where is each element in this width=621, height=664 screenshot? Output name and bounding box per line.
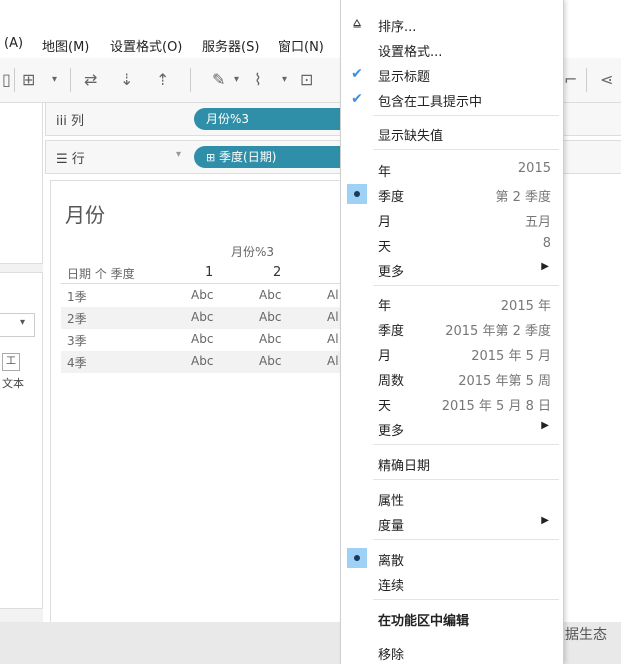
chevron-down-icon: ▾ (20, 317, 26, 328)
menu-item-remove[interactable]: 移除 (341, 640, 563, 664)
menu-item-map[interactable]: 地图(M) (42, 36, 89, 55)
column-header: 1 (205, 265, 214, 280)
check-icon: ✔ (351, 66, 363, 82)
menu-divider (373, 149, 559, 150)
menu-item-edit-in-shelf[interactable]: 在功能区中编辑 (341, 606, 563, 630)
mark-type-dropdown[interactable]: ▾ (0, 313, 35, 337)
menu-item-discrete[interactable]: 离散 (341, 546, 563, 570)
sort-ascending-icon[interactable]: ⇣ (120, 70, 133, 89)
presentation-icon[interactable]: ⌐ (564, 70, 577, 89)
left-panel: ▾ 工 文本 (0, 102, 43, 622)
highlight-icon[interactable]: ✎ (212, 70, 225, 89)
menu-item-exact-year[interactable]: 年 2015 年 (341, 291, 563, 315)
table-row: 4季 Abc Abc Al (61, 351, 351, 373)
menu-divider (373, 599, 559, 600)
table-header-divider (61, 283, 351, 284)
clear-sheet-icon[interactable]: ⊞ (22, 70, 35, 89)
menu-item-show-header[interactable]: ✔ 显示标题 (341, 62, 563, 86)
toolbar-right: ⌐ ⋖ (562, 58, 621, 103)
menu-item-exact-month[interactable]: 月 2015 年 5 月 (341, 341, 563, 365)
viz-canvas: 月份 月份%3 日期 个 季度 1 2 1季 Abc Abc Al 2季 Abc… (50, 180, 351, 623)
chevron-down-icon[interactable]: ▾ (282, 74, 287, 85)
menu-divider (373, 115, 559, 116)
menu-item-day[interactable]: 天 8 (341, 232, 563, 256)
menu-item-more[interactable]: 更多 ▶ (341, 257, 563, 281)
chevron-down-icon[interactable]: ▾ (176, 149, 181, 160)
rows-pill[interactable]: ⊞ 季度(日期) (194, 146, 354, 168)
columns-icon: iii (56, 114, 67, 129)
text-mark-label: 文本 (2, 377, 24, 390)
selected-dot-icon (347, 184, 367, 204)
table-row: 1季 Abc Abc Al (67, 288, 339, 304)
paperclip-icon[interactable]: ⌇ (254, 70, 262, 89)
menu-item-more-exact[interactable]: 更多 ▶ (341, 416, 563, 440)
menu-item-attribute[interactable]: 属性 (341, 486, 563, 510)
menu-item-month[interactable]: 月 五月 (341, 207, 563, 231)
menu-divider (373, 479, 559, 480)
menu-bar: (A) 地图(M) 设置格式(O) 服务器(S) 窗口(N) (0, 28, 340, 58)
partial-icon[interactable]: ▯ (2, 70, 11, 89)
submenu-arrow-icon: ▶ (541, 261, 549, 272)
rows-shelf-label: ☰ 行 (56, 152, 85, 167)
submenu-arrow-icon: ▶ (541, 420, 549, 431)
viz-title: 月份 (65, 203, 105, 227)
sort-icon: ⩠ (353, 16, 361, 31)
marks-card: ▾ 工 文本 (0, 272, 43, 609)
menu-item-server[interactable]: 服务器(S) (202, 36, 259, 55)
menu-divider (373, 539, 559, 540)
data-pane (0, 102, 43, 264)
columns-shelf-label: iii 列 (56, 114, 84, 129)
text-box-icon[interactable]: ⊡ (300, 70, 313, 89)
menu-item-continuous[interactable]: 连续 (341, 571, 563, 595)
toolbar-divider (70, 68, 71, 92)
menu-item-window[interactable]: 窗口(N) (278, 36, 324, 55)
table-row: 3季 Abc Abc Al (67, 332, 339, 348)
menu-divider (373, 444, 559, 445)
sort-descending-icon[interactable]: ⇡ (156, 70, 169, 89)
column-header-title: 月份%3 (231, 245, 275, 259)
menu-item-format[interactable]: 设置格式(O) (110, 36, 182, 55)
menu-item-quarter[interactable]: 季度 第 2 季度 (341, 182, 563, 206)
expand-icon: ⊞ (206, 151, 216, 164)
selected-dot-icon (347, 548, 367, 568)
menu-item-week-number[interactable]: 周数 2015 年第 5 周 (341, 366, 563, 390)
column-header: 2 (273, 265, 282, 280)
check-icon: ✔ (351, 91, 363, 107)
menu-item-exact-day[interactable]: 天 2015 年 5 月 8 日 (341, 391, 563, 415)
toolbar-divider (190, 68, 191, 92)
menu-item-a[interactable]: (A) (4, 36, 23, 51)
row-header-title: 日期 个 季度 (67, 267, 135, 281)
chevron-down-icon[interactable]: ▾ (234, 74, 239, 85)
menu-item-year[interactable]: 年 2015 (341, 157, 563, 181)
menu-divider (373, 285, 559, 286)
menu-item-sort[interactable]: ⩠ 排序... (341, 12, 563, 36)
menu-item-include-in-tooltip[interactable]: ✔ 包含在工具提示中 (341, 87, 563, 111)
menu-item-exact-date[interactable]: 精确日期 (341, 451, 563, 475)
chevron-down-icon[interactable]: ▾ (52, 74, 57, 85)
context-menu: ⩠ 排序... 设置格式... ✔ 显示标题 ✔ 包含在工具提示中 显示缺失值 … (340, 0, 564, 664)
menu-item-format[interactable]: 设置格式... (341, 37, 563, 61)
toolbar-divider (586, 68, 587, 92)
menu-item-measure[interactable]: 度量 ▶ (341, 511, 563, 535)
table-row: 2季 Abc Abc Al (61, 307, 351, 329)
menu-item-show-missing-values[interactable]: 显示缺失值 (341, 121, 563, 145)
columns-pill[interactable]: 月份%3 (194, 108, 354, 130)
toolbar-divider (14, 68, 15, 92)
text-mark-button[interactable]: 工 (2, 353, 20, 371)
share-icon[interactable]: ⋖ (600, 70, 613, 89)
rows-icon: ☰ (56, 152, 68, 167)
menu-item-exact-quarter[interactable]: 季度 2015 年第 2 季度 (341, 316, 563, 340)
swap-icon[interactable]: ⇄ (84, 70, 97, 89)
submenu-arrow-icon: ▶ (541, 515, 549, 526)
